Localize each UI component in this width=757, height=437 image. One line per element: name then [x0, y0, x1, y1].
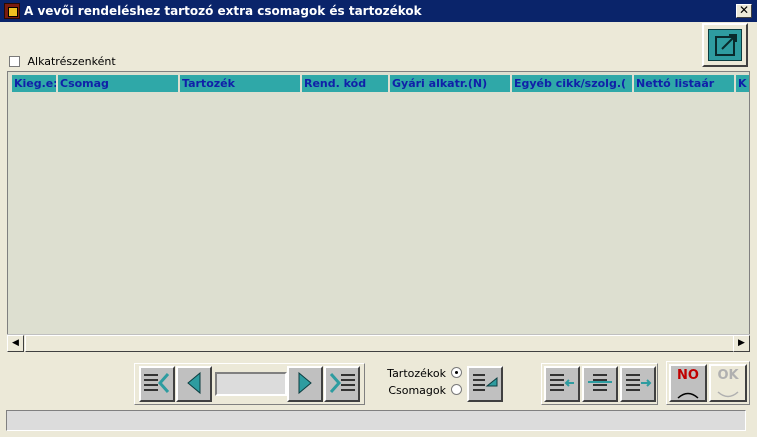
status-bar: [6, 410, 746, 431]
row-actions-toolbar: [541, 363, 658, 405]
cancel-button[interactable]: NO: [669, 364, 707, 402]
last-record-button[interactable]: [324, 366, 360, 402]
scroll-left-icon[interactable]: ◀: [7, 335, 24, 352]
column-header-csomag[interactable]: Csomag: [58, 75, 178, 92]
scroll-thumb[interactable]: [25, 335, 735, 352]
record-position-field[interactable]: [215, 372, 287, 396]
horizontal-scrollbar[interactable]: ◀ ▶: [7, 334, 750, 352]
navigation-toolbar: [134, 363, 365, 405]
next-record-icon: [289, 371, 321, 405]
app-icon: [4, 3, 20, 19]
frown-icon: [677, 392, 699, 399]
column-header-tartozek[interactable]: Tartozék: [180, 75, 300, 92]
window-titlebar: A vevői rendeléshez tartozó extra csomag…: [0, 0, 757, 22]
dialog-buttons: NO OK: [666, 361, 750, 405]
no-label: NO: [677, 368, 699, 383]
mode-radio-tartozekok[interactable]: [451, 367, 462, 378]
last-record-icon: [326, 373, 358, 405]
items-grid[interactable]: Kieg.e: Csomag Tartozék Rend. kód Gyári …: [7, 71, 750, 351]
per-part-option[interactable]: Alkatrészenként: [9, 54, 116, 68]
mode-label-tartozekok: Tartozékok: [387, 367, 446, 380]
grid-header: Kieg.e: Csomag Tartozék Rend. kód Gyári …: [10, 75, 749, 92]
column-header-kieg[interactable]: Kieg.e:: [12, 75, 56, 92]
smile-icon: [717, 391, 739, 398]
per-part-label: Alkatrészenként: [27, 54, 116, 68]
scroll-right-icon[interactable]: ▶: [733, 335, 750, 352]
prev-record-icon: [178, 371, 210, 405]
column-header-rend-kod[interactable]: Rend. kód: [302, 75, 388, 92]
edit-row-button[interactable]: [582, 366, 618, 402]
insert-accessory-button[interactable]: [467, 366, 503, 402]
export-button[interactable]: [702, 23, 748, 67]
edit-row-icon: [584, 374, 616, 405]
first-record-button[interactable]: [139, 366, 175, 402]
mode-label-csomagok: Csomagok: [388, 384, 446, 397]
mode-radio-csomagok[interactable]: [451, 384, 462, 395]
per-part-checkbox[interactable]: [9, 55, 20, 67]
insert-list-icon: [469, 374, 501, 405]
remove-row-button[interactable]: [620, 366, 656, 402]
add-row-button[interactable]: [544, 366, 580, 402]
close-button[interactable]: ✕: [736, 4, 752, 18]
column-header-netto-listaar[interactable]: Nettó listaár: [634, 75, 734, 92]
prev-record-button[interactable]: [176, 366, 212, 402]
remove-row-icon: [622, 374, 654, 405]
column-header-k[interactable]: K: [736, 75, 749, 92]
ok-label: OK: [717, 368, 739, 383]
ok-button[interactable]: OK: [709, 364, 747, 402]
column-header-gyari-alkatr[interactable]: Gyári alkatr.(N): [390, 75, 510, 92]
next-record-button[interactable]: [287, 366, 323, 402]
export-icon: [708, 29, 742, 61]
column-header-egyeb-cikk[interactable]: Egyéb cikk/szolg.(: [512, 75, 632, 92]
add-row-icon: [546, 374, 578, 405]
first-record-icon: [141, 373, 173, 405]
window-title: A vevői rendeléshez tartozó extra csomag…: [24, 4, 422, 18]
